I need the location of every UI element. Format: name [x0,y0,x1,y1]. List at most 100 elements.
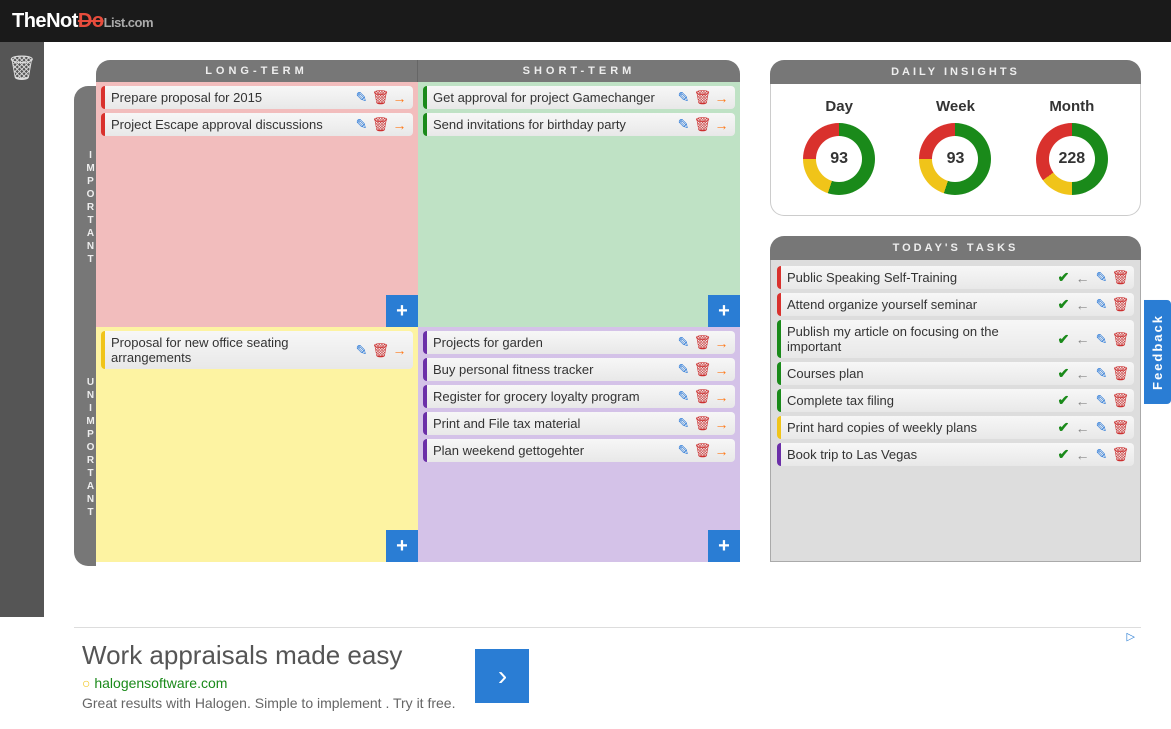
pencil-icon[interactable]: ✎ [1094,297,1109,312]
task-item[interactable]: Print and File tax material✎🗑→ [423,412,735,435]
task-item[interactable]: Send invitations for birthday party✎🗑→ [423,113,735,136]
add-task-button[interactable]: + [386,295,418,327]
trash-icon[interactable]: 🗑 [695,335,710,350]
arrow-right-icon[interactable]: → [714,389,729,404]
arrow-left-icon[interactable]: ← [1075,270,1090,285]
trash-icon[interactable]: 🗑 [1113,393,1128,408]
pencil-icon[interactable]: ✎ [676,335,691,350]
check-icon[interactable]: ✔ [1056,332,1071,347]
arrow-right-icon[interactable]: → [714,416,729,431]
arrow-left-icon[interactable]: ← [1075,447,1090,462]
row-label-unimportant: UNIMPORTANT [74,331,96,566]
trash-icon[interactable]: 🗑 [695,389,710,404]
check-icon[interactable]: ✔ [1056,270,1071,285]
arrow-left-icon[interactable]: ← [1075,366,1090,381]
today-task-item[interactable]: Print hard copies of weekly plans ✔ ← ✎ 🗑 [777,416,1134,439]
arrow-left-icon[interactable]: ← [1075,332,1090,347]
arrow-right-icon[interactable]: → [392,343,407,358]
today-task-item[interactable]: Book trip to Las Vegas✔←✎🗑 [777,443,1134,466]
today-task-item[interactable]: Complete tax filing ✔ ← ✎ 🗑 [777,389,1134,412]
check-icon[interactable]: ✔ [1056,447,1071,462]
pencil-icon[interactable]: ✎ [676,117,691,132]
quadrant-important-shortterm[interactable]: Get approval for project Gamechanger✎🗑→S… [418,82,740,327]
check-icon[interactable]: ✔ [1056,420,1071,435]
trash-icon[interactable]: 🗑 [1113,297,1128,312]
pencil-icon[interactable]: ✎ [354,90,369,105]
trash-icon[interactable]: 🗑 [695,443,710,458]
pencil-icon[interactable]: ✎ [1094,420,1109,435]
logo-com: .com [125,15,153,30]
pencil-icon[interactable]: ✎ [676,389,691,404]
arrow-right-icon[interactable]: → [714,362,729,377]
ad-url[interactable]: halogensoftware.com [82,675,455,691]
pencil-icon[interactable]: ✎ [1094,393,1109,408]
task-item[interactable]: Prepare proposal for 2015✎🗑→ [101,86,413,109]
pencil-icon[interactable]: ✎ [354,343,369,358]
add-task-button[interactable]: + [708,530,740,562]
add-task-button[interactable]: + [386,530,418,562]
task-item[interactable]: Proposal for new office seating arrangem… [101,331,413,369]
trash-icon[interactable]: 🗑 [1113,420,1128,435]
check-icon[interactable]: ✔ [1056,393,1071,408]
donut-chart: 228 [1036,123,1108,195]
task-item[interactable]: Project Escape approval discussions✎🗑→ [101,113,413,136]
arrow-left-icon[interactable]: ← [1075,297,1090,312]
donut-label: Week [919,98,991,115]
arrow-right-icon[interactable]: → [392,117,407,132]
pencil-icon[interactable]: ✎ [1094,270,1109,285]
quadrant-unimportant-shortterm[interactable]: Projects for garden✎🗑→Buy personal fitne… [418,327,740,562]
logo[interactable]: TheNotDoList.com [12,10,153,33]
task-item[interactable]: Get approval for project Gamechanger✎🗑→ [423,86,735,109]
pencil-icon[interactable]: ✎ [354,117,369,132]
trash-icon[interactable]: 🗑 [1113,332,1128,347]
arrow-left-icon[interactable]: ← [1075,420,1090,435]
trash-icon[interactable]: 🗑 [695,117,710,132]
today-task-item[interactable]: Publish my article on focusing on the im… [777,320,1134,358]
feedback-tab[interactable]: Feedback [1144,300,1171,404]
trash-icon[interactable]: 🗑 [0,54,44,83]
task-text: Print hard copies of weekly plans [787,420,1052,435]
insight-donut: Month228 [1036,98,1108,195]
quadrant-important-longterm[interactable]: Prepare proposal for 2015✎🗑→Project Esca… [96,82,418,327]
task-item[interactable]: Plan weekend gettogehter✎🗑→ [423,439,735,462]
arrow-right-icon[interactable]: → [714,117,729,132]
pencil-icon[interactable]: ✎ [676,416,691,431]
arrow-right-icon[interactable]: → [714,443,729,458]
task-item[interactable]: Register for grocery loyalty program✎🗑→ [423,385,735,408]
panel-title: DAILY INSIGHTS [770,60,1141,84]
pencil-icon[interactable]: ✎ [676,443,691,458]
arrow-left-icon[interactable]: ← [1075,393,1090,408]
task-text: Attend organize yourself seminar [787,297,1052,312]
trash-icon[interactable]: 🗑 [373,90,388,105]
trash-icon[interactable]: 🗑 [1113,270,1128,285]
pencil-icon[interactable]: ✎ [676,90,691,105]
check-icon[interactable]: ✔ [1056,297,1071,312]
trash-icon[interactable]: 🗑 [695,416,710,431]
task-text: Complete tax filing [787,393,1052,408]
check-icon[interactable]: ✔ [1056,366,1071,381]
trash-icon[interactable]: 🗑 [695,90,710,105]
quadrant-unimportant-longterm[interactable]: Proposal for new office seating arrangem… [96,327,418,562]
trash-icon[interactable]: 🗑 [373,117,388,132]
ad-arrow-button[interactable]: › [475,649,529,703]
trash-icon[interactable]: 🗑 [1113,447,1128,462]
trash-icon[interactable]: 🗑 [695,362,710,377]
pencil-icon[interactable]: ✎ [676,362,691,377]
today-task-item[interactable]: Courses plan✔←✎🗑 [777,362,1134,385]
today-task-item[interactable]: Attend organize yourself seminar ✔ ← ✎ 🗑 [777,293,1134,316]
pencil-icon[interactable]: ✎ [1094,447,1109,462]
trash-icon[interactable]: 🗑 [373,343,388,358]
add-task-button[interactable]: + [708,295,740,327]
today-task-item[interactable]: Public Speaking Self-Training✔←✎🗑 [777,266,1134,289]
arrow-right-icon[interactable]: → [714,335,729,350]
ad-banner[interactable]: Work appraisals made easy halogensoftwar… [74,627,1141,719]
task-item[interactable]: Projects for garden✎🗑→ [423,331,735,354]
adchoices-icon[interactable]: ▷ [1127,630,1135,643]
arrow-right-icon[interactable]: → [714,90,729,105]
pencil-icon[interactable]: ✎ [1094,332,1109,347]
pencil-icon[interactable]: ✎ [1094,366,1109,381]
arrow-right-icon[interactable]: → [392,90,407,105]
task-item[interactable]: Buy personal fitness tracker✎🗑→ [423,358,735,381]
logo-do: Do [78,10,104,32]
trash-icon[interactable]: 🗑 [1113,366,1128,381]
